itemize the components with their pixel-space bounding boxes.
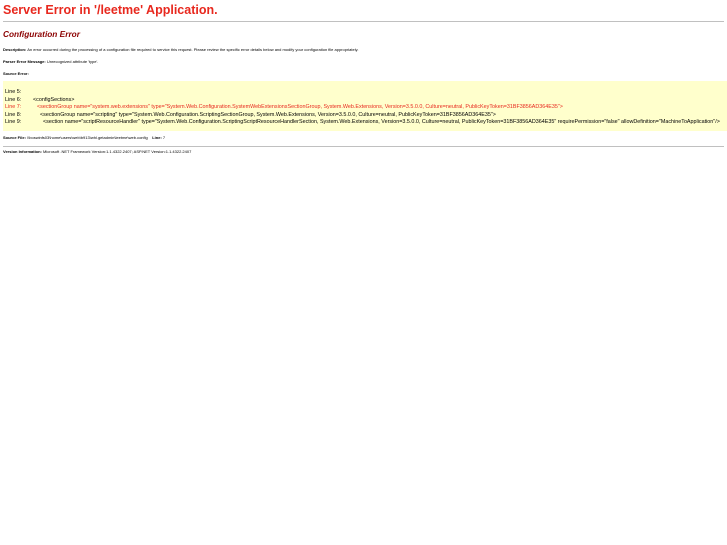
source-line-value: 7 <box>161 135 166 140</box>
source-line-label: Line: <box>152 135 162 140</box>
code-line: Line 8: <sectionGroup name="scripting" ty… <box>5 112 727 120</box>
error-page: Server Error in '/leetme' Application. C… <box>0 0 727 154</box>
version-divider <box>3 146 724 147</box>
code-line: Line 9: <section name="scriptResourceHand… <box>5 119 727 127</box>
line-number: Line 9: <box>5 119 22 125</box>
line-code: <sectionGroup name="system.web.extension… <box>37 104 563 110</box>
source-file-path: \\boswinfs03\home\users\web\b913\whl.get… <box>25 135 148 140</box>
description-text: An error occurred during the processing … <box>26 47 359 52</box>
source-error-block: Source Error: <box>3 71 724 76</box>
line-number: Line 8: <box>5 111 22 118</box>
line-code: <sectionGroup name="scripting" type="Sys… <box>40 111 496 118</box>
version-block: Version Information: Microsoft .NET Fram… <box>3 149 724 154</box>
source-error-label: Source Error: <box>3 71 29 76</box>
page-title: Server Error in '/leetme' Application. <box>3 3 218 17</box>
version-text: Microsoft .NET Framework Version:1.1.432… <box>41 149 192 154</box>
source-code-box: Line 5: Line 6: <configSections> Line 7: <… <box>3 81 727 131</box>
line-code: <section name="scriptResourceHandler" ty… <box>43 119 720 125</box>
version-label: Version Information: <box>3 149 42 154</box>
title-divider <box>3 21 724 22</box>
error-heading: Configuration Error <box>3 29 80 39</box>
code-line: Line 6: <configSections> <box>5 97 727 105</box>
source-file-label: Source File: <box>3 135 26 140</box>
parser-error-text: Unrecognized attribute 'type'. <box>45 59 99 64</box>
description-block: Description: An error occurred during th… <box>3 47 724 52</box>
line-number: Line 7: <box>5 104 22 110</box>
line-code: <configSections> <box>33 96 75 103</box>
code-line: Line 5: <box>5 89 727 97</box>
description-label: Description: <box>3 47 27 52</box>
parser-error-label: Parser Error Message: <box>3 59 46 64</box>
line-number: Line 6: <box>5 96 22 103</box>
code-line-error: Line 7: <sectionGroup name="system.web.ex… <box>5 104 727 112</box>
parser-error-block: Parser Error Message: Unrecognized attri… <box>3 59 724 64</box>
source-file-block: Source File: \\boswinfs03\home\users\web… <box>3 135 724 140</box>
line-number: Line 5: <box>5 89 22 95</box>
